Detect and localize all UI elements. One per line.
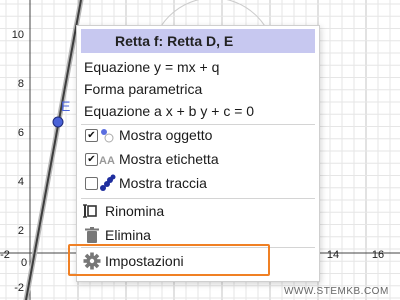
- watermark: WWW.STEMKB.COM: [284, 286, 389, 297]
- x-tick-label: -2: [0, 249, 10, 261]
- x-tick-label: 0: [21, 257, 27, 269]
- y-tick-label: -2: [14, 282, 24, 294]
- y-tick-label: 4: [18, 176, 24, 188]
- point-e[interactable]: [52, 116, 64, 128]
- trace-icon: [100, 174, 116, 191]
- menu-item-label: Equazione y = mx + q: [84, 59, 220, 75]
- menu-item-label: Equazione a x + b y + c = 0: [84, 103, 255, 119]
- menu-item-parametric[interactable]: Forma parametrica: [77, 77, 319, 101]
- menu-item-show-trace[interactable]: Mostra traccia: [77, 171, 319, 195]
- settings-highlight-box: [68, 244, 270, 276]
- menu-item-label: Rinomina: [105, 203, 165, 219]
- y-tick-label: 2: [18, 225, 24, 237]
- menu-item-equation-abc[interactable]: Equazione a x + b y + c = 0: [77, 99, 319, 123]
- y-tick-label: 8: [18, 78, 24, 90]
- menu-item-label: Mostra oggetto: [119, 127, 213, 143]
- point-visibility-icon: [101, 129, 114, 143]
- show-trace-checkbox[interactable]: [85, 177, 98, 190]
- menu-item-label: Mostra etichetta: [119, 151, 219, 167]
- menu-item-show-label[interactable]: ✔ AA Mostra etichetta: [77, 147, 319, 171]
- show-label-checkbox[interactable]: ✔: [85, 153, 98, 166]
- menu-item-label: Forma parametrica: [84, 81, 203, 97]
- trash-icon: [85, 227, 99, 243]
- x-tick-label: 14: [327, 249, 339, 261]
- y-tick-label: 10: [12, 29, 24, 41]
- point-e-label: E: [61, 98, 70, 114]
- menu-item-equation-ymx[interactable]: Equazione y = mx + q: [77, 55, 319, 79]
- show-object-checkbox[interactable]: ✔: [85, 129, 98, 142]
- svg-text:AA: AA: [99, 155, 115, 166]
- menu-item-label: Mostra traccia: [119, 175, 207, 191]
- menu-item-show-object[interactable]: ✔ Mostra oggetto: [77, 123, 319, 147]
- y-tick-label: 6: [18, 127, 24, 139]
- label-icon: AA: [99, 155, 115, 166]
- menu-item-rename[interactable]: Rinomina: [77, 199, 319, 223]
- rename-icon: [83, 204, 97, 218]
- menu-title: Retta f: Retta D, E: [81, 29, 315, 53]
- x-tick-label: 16: [372, 249, 384, 261]
